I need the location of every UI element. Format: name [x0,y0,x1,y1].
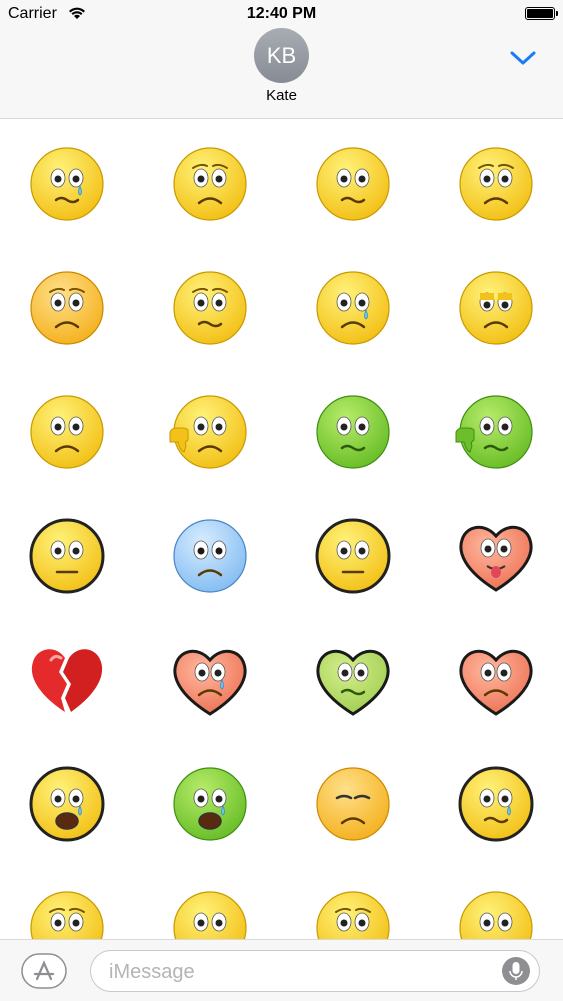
partial-face-2-sticker[interactable] [168,886,252,939]
microphone-icon[interactable] [501,956,531,986]
melting-green-face-sticker[interactable] [168,762,252,846]
bulging-eyes-face-sticker[interactable] [25,514,109,598]
clock: 12:40 PM [246,5,317,22]
tearful-face-sticker[interactable] [311,266,395,350]
frowning-face-sticker[interactable] [25,390,109,474]
sticker-grid [0,119,563,939]
heart-crying-face-sticker[interactable] [168,638,252,722]
sad-stare-face-sticker[interactable] [25,266,109,350]
worried-face-sticker[interactable] [168,142,252,226]
partial-face-4-sticker[interactable] [454,886,538,939]
message-placeholder: iMessage [109,961,195,983]
broken-heart-sticker[interactable] [25,638,109,722]
partial-face-3-sticker[interactable] [311,886,395,939]
confused-face-sticker[interactable] [311,142,395,226]
status-bar: Carrier 12:40 PM [0,0,563,28]
crying-face-sticker[interactable] [25,142,109,226]
single-tear-face-sticker[interactable] [454,762,538,846]
partial-face-1-sticker[interactable] [25,886,109,939]
battery-icon [525,7,558,20]
thumbs-down-yellow-face-sticker[interactable] [168,390,252,474]
pleading-face-sticker[interactable] [454,142,538,226]
eye-roll-face-sticker[interactable] [311,514,395,598]
contact-name[interactable]: Kate [0,87,563,104]
message-field[interactable]: iMessage [90,950,540,992]
wailing-face-sticker[interactable] [25,762,109,846]
anxious-face-sticker[interactable] [168,266,252,350]
heart-tongue-face-sticker[interactable] [454,514,538,598]
blue-sad-face-sticker[interactable] [168,514,252,598]
heart-sad-face-sticker[interactable] [454,638,538,722]
conversation-header: KB Kate [0,28,563,119]
tired-face-sticker[interactable] [454,266,538,350]
heart-sick-green-face-sticker[interactable] [311,638,395,722]
chevron-down-icon[interactable] [508,46,538,70]
app-store-icon[interactable] [20,952,68,990]
thumbs-down-green-face-sticker[interactable] [454,390,538,474]
sick-green-face-sticker[interactable] [311,390,395,474]
sleepy-tear-face-sticker[interactable] [311,762,395,846]
input-bar: iMessage [0,939,563,1001]
avatar[interactable]: KB [254,28,309,83]
